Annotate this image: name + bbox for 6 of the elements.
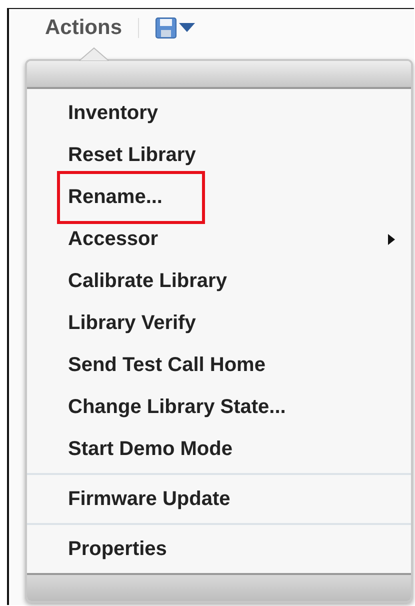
menu-item[interactable]: Properties (57, 522, 178, 576)
caret-icon[interactable] (179, 23, 196, 33)
menu-item[interactable]: Rename... (57, 170, 206, 224)
menu-item[interactable]: Firmware Update (57, 472, 242, 526)
save-icon[interactable] (155, 17, 178, 39)
actions-menu[interactable]: Actions (45, 16, 122, 40)
